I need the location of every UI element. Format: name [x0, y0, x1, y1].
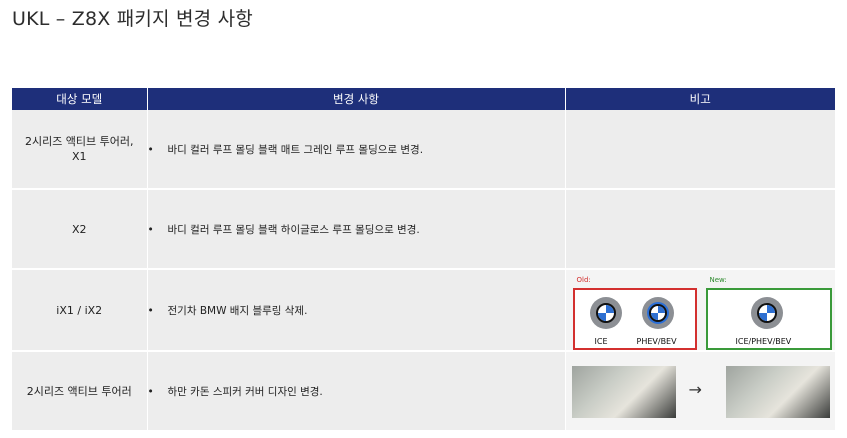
wheel-cap-new-icon: [750, 297, 783, 329]
arrow-right-icon: →: [688, 380, 702, 399]
old-badge-box: Old: ICE PHEV/BEV: [572, 276, 697, 350]
note-cell: [565, 110, 835, 190]
header-model: 대상 모델: [12, 88, 148, 110]
speaker-cover-before-image: [571, 366, 676, 418]
bullet: •: [147, 304, 154, 317]
note-cell: [565, 189, 835, 270]
note-cell-speaker-comparison: →: [565, 351, 835, 432]
change-cell: • 하만 카돈 스피커 커버 디자인 변경.: [147, 351, 566, 432]
caption-phev-bev: PHEV/BEV: [636, 337, 677, 346]
change-text: 전기차 BMW 배지 블루링 삭제.: [167, 304, 308, 317]
table-row: X2 • 바디 컬러 루프 몰딩 블랙 하이글로스 루프 몰딩으로 변경.: [12, 189, 835, 270]
model-cell: 2시리즈 액티브 투어러: [12, 351, 148, 432]
header-change: 변경 사항: [147, 88, 566, 110]
old-label: Old:: [576, 276, 591, 284]
change-cell: • 전기차 BMW 배지 블루링 삭제.: [147, 269, 566, 352]
page-title: UKL – Z8X 패키지 변경 사항: [12, 8, 253, 30]
header-note: 비고: [565, 88, 835, 110]
model-cell: iX1 / iX2: [12, 269, 148, 352]
model-name-line: X2: [71, 222, 87, 236]
change-cell: • 바디 컬러 루프 몰딩 블랙 매트 그레인 루프 몰딩으로 변경.: [147, 110, 566, 190]
new-badge-box: New: ICE/PHEV/BEV: [705, 276, 832, 350]
caption-ice: ICE: [594, 337, 608, 346]
change-text: 바디 컬러 루프 몰딩 블랙 매트 그레인 루프 몰딩으로 변경.: [167, 143, 424, 156]
model-name-line: iX1 / iX2: [56, 303, 103, 317]
new-label: New:: [709, 276, 727, 284]
speaker-cover-after-image: [725, 366, 830, 418]
table-row: 2시리즈 액티브 투어러 • 하만 카돈 스피커 커버 디자인 변경. →: [12, 351, 835, 432]
wheel-cap-phev-icon: [641, 297, 674, 329]
caption-all: ICE/PHEV/BEV: [735, 337, 792, 346]
change-text: 바디 컬러 루프 몰딩 블랙 하이글로스 루프 몰딩으로 변경.: [167, 223, 420, 236]
model-cell: 2시리즈 액티브 투어러, X1: [12, 110, 148, 190]
model-name-line: 2시리즈 액티브 투어러,: [24, 135, 134, 148]
bullet: •: [147, 143, 154, 156]
table-row: 2시리즈 액티브 투어러, X1 • 바디 컬러 루프 몰딩 블랙 매트 그레인 …: [12, 110, 835, 190]
change-cell: • 바디 컬러 루프 몰딩 블랙 하이글로스 루프 몰딩으로 변경.: [147, 189, 566, 270]
model-name-line: X1: [71, 150, 87, 163]
table-row: iX1 / iX2 • 전기차 BMW 배지 블루링 삭제. Old: ICE: [12, 269, 835, 352]
change-text: 하만 카돈 스피커 커버 디자인 변경.: [167, 385, 323, 398]
model-cell: X2: [12, 189, 148, 270]
wheel-cap-ice-icon: [589, 297, 622, 329]
bullet: •: [147, 385, 154, 398]
table-header-row: 대상 모델 변경 사항 비고: [12, 88, 835, 110]
note-cell-badge-comparison: Old: ICE PHEV/BEV New: ICE/PHEV/BEV: [565, 269, 835, 352]
bullet: •: [147, 223, 154, 236]
model-name-line: 2시리즈 액티브 투어러: [26, 384, 132, 398]
change-table: 대상 모델 변경 사항 비고 2시리즈 액티브 투어러, X1 • 바디 컬러 루…: [12, 88, 835, 432]
